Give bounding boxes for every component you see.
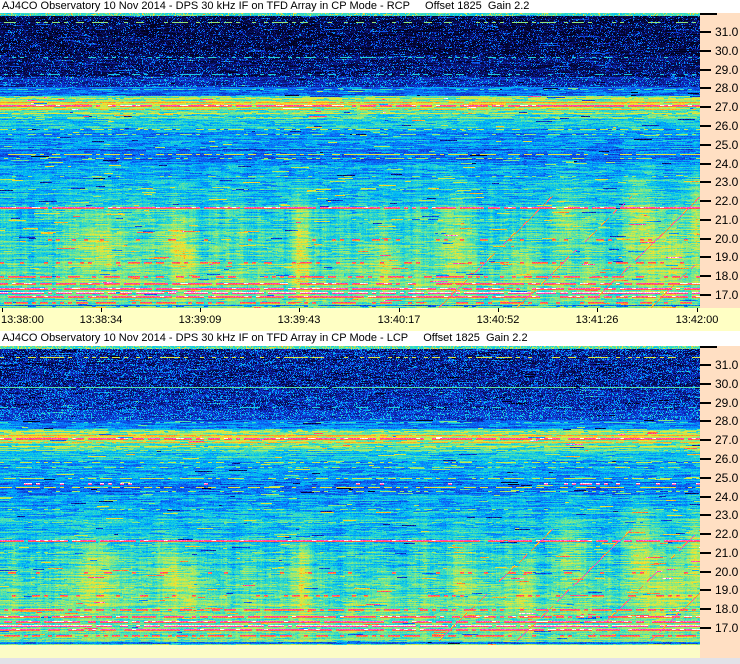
freq-scale-top-tick: [700, 13, 717, 15]
time-tick-label: 13:40:52: [476, 314, 520, 326]
freq-tick-dash: [700, 69, 711, 71]
freq-tick-label: 29.0: [715, 63, 739, 77]
freq-tick-label: 29.0: [715, 396, 739, 410]
freq-tick-dash: [700, 420, 711, 422]
spectrogram-rcp: [0, 13, 700, 308]
freq-tick-label: 30.0: [715, 44, 739, 58]
freq-tick-label: 26.0: [715, 119, 739, 133]
freq-tick-label: 26.0: [715, 452, 739, 466]
freq-tick-dash: [700, 383, 711, 385]
freq-tick-label: 27.0: [715, 433, 739, 447]
time-tick-label: 13:42:00: [675, 314, 719, 326]
freq-tick-label: 21.0: [715, 213, 739, 227]
freq-scale-top-tick: [700, 346, 717, 348]
freq-tick-label: 20.0: [715, 232, 739, 246]
bottom-time-strip-plot-area: [0, 645, 700, 658]
freq-tick-label: 27.0: [715, 100, 739, 114]
freq-tick-label: 18.0: [715, 602, 739, 616]
freq-tick-dash: [700, 533, 711, 535]
freq-tick-dash: [700, 458, 711, 460]
freq-tick-label: 20.0: [715, 565, 739, 579]
plot-row-lcp: 31.0 30.0 29.0 28.0 27.0 26.0 25.0 24.0 23.0 22.0…: [0, 346, 740, 645]
freq-tick-label: 25.0: [715, 471, 739, 485]
freq-scale-rcp: 31.0 30.0 29.0 28.0 27.0 26.0 25.0 24.0 23.0 22.0…: [700, 13, 740, 308]
freq-tick-label: 23.0: [715, 175, 739, 189]
time-tick-label: 13:38:34: [79, 314, 123, 326]
time-tick-label: 13:40:17: [377, 314, 421, 326]
freq-tick-dash: [700, 50, 711, 52]
freq-tick-dash: [700, 256, 711, 258]
freq-tick-dash: [700, 181, 711, 183]
freq-tick-dash: [700, 402, 711, 404]
window-bottom-border: [0, 658, 740, 664]
time-tick: [597, 308, 598, 312]
freq-tick-label: 18.0: [715, 269, 739, 283]
freq-tick-dash: [700, 275, 711, 277]
freq-tick-label: 24.0: [715, 157, 739, 171]
freq-tick-label: 22.0: [715, 527, 739, 541]
freq-tick-label: 17.0: [715, 288, 739, 302]
freq-tick-dash: [700, 219, 711, 221]
time-tick-label: 13:39:43: [277, 314, 321, 326]
bottom-time-strip-empty: [0, 645, 740, 658]
freq-tick-label: 22.0: [715, 194, 739, 208]
freq-tick-label: 28.0: [715, 414, 739, 428]
freq-tick-dash: [700, 163, 711, 165]
freq-tick-dash: [700, 106, 711, 108]
freq-scale-lcp: 31.0 30.0 29.0 28.0 27.0 26.0 25.0 24.0 23.0 22.0…: [700, 346, 740, 645]
freq-tick-dash: [700, 364, 711, 366]
freq-tick-label: 25.0: [715, 138, 739, 152]
freq-tick-label: 23.0: [715, 508, 739, 522]
freq-tick-dash: [700, 31, 711, 33]
freq-tick-label: 24.0: [715, 490, 739, 504]
time-tick: [2, 308, 3, 312]
freq-tick-dash: [700, 125, 711, 127]
freq-tick-dash: [700, 552, 711, 554]
freq-tick-dash: [700, 294, 711, 296]
freq-tick-label: 17.0: [715, 621, 739, 635]
time-tick-label: 13:38:00: [1, 314, 44, 326]
spectrogram-lcp: [0, 346, 700, 645]
freq-tick-label: 19.0: [715, 250, 739, 264]
freq-tick-dash: [700, 514, 711, 516]
time-tick: [200, 308, 201, 312]
freq-tick-dash: [700, 144, 711, 146]
time-tick: [399, 308, 400, 312]
freq-tick-dash: [700, 571, 711, 573]
time-tick: [498, 308, 499, 312]
freq-tick-label: 31.0: [715, 358, 739, 372]
time-tick: [101, 308, 102, 312]
freq-tick-label: 31.0: [715, 25, 739, 39]
freq-tick-dash: [700, 496, 711, 498]
time-tick: [697, 308, 698, 312]
freq-tick-dash: [700, 477, 711, 479]
freq-tick-label: 28.0: [715, 81, 739, 95]
freq-tick-dash: [700, 238, 711, 240]
freq-tick-dash: [700, 627, 711, 629]
time-tick-label: 13:39:09: [178, 314, 222, 326]
time-axis: 13:38:00 13:38:34 13:39:09 13:39:43 13:40:17…: [0, 308, 740, 331]
freq-tick-label: 19.0: [715, 583, 739, 597]
bottom-time-strip-margin-area: [700, 645, 740, 658]
freq-tick-label: 30.0: [715, 377, 739, 391]
panel-title-rcp: AJ4CO Observatory 10 Nov 2014 - DPS 30 k…: [0, 0, 740, 13]
freq-tick-dash: [700, 87, 711, 89]
freq-tick-dash: [700, 608, 711, 610]
time-tick-label: 13:41:26: [575, 314, 619, 326]
freq-tick-dash: [700, 589, 711, 591]
freq-tick-dash: [700, 439, 711, 441]
time-tick: [299, 308, 300, 312]
freq-tick-dash: [700, 200, 711, 202]
freq-tick-label: 21.0: [715, 546, 739, 560]
plot-row-rcp: 31.0 30.0 29.0 28.0 27.0 26.0 25.0 24.0 23.0 22.0…: [0, 13, 740, 308]
panel-title-lcp: AJ4CO Observatory 10 Nov 2014 - DPS 30 k…: [0, 331, 740, 346]
radio-sky-spectrograph-window: AJ4CO Observatory 10 Nov 2014 - DPS 30 k…: [0, 0, 740, 664]
